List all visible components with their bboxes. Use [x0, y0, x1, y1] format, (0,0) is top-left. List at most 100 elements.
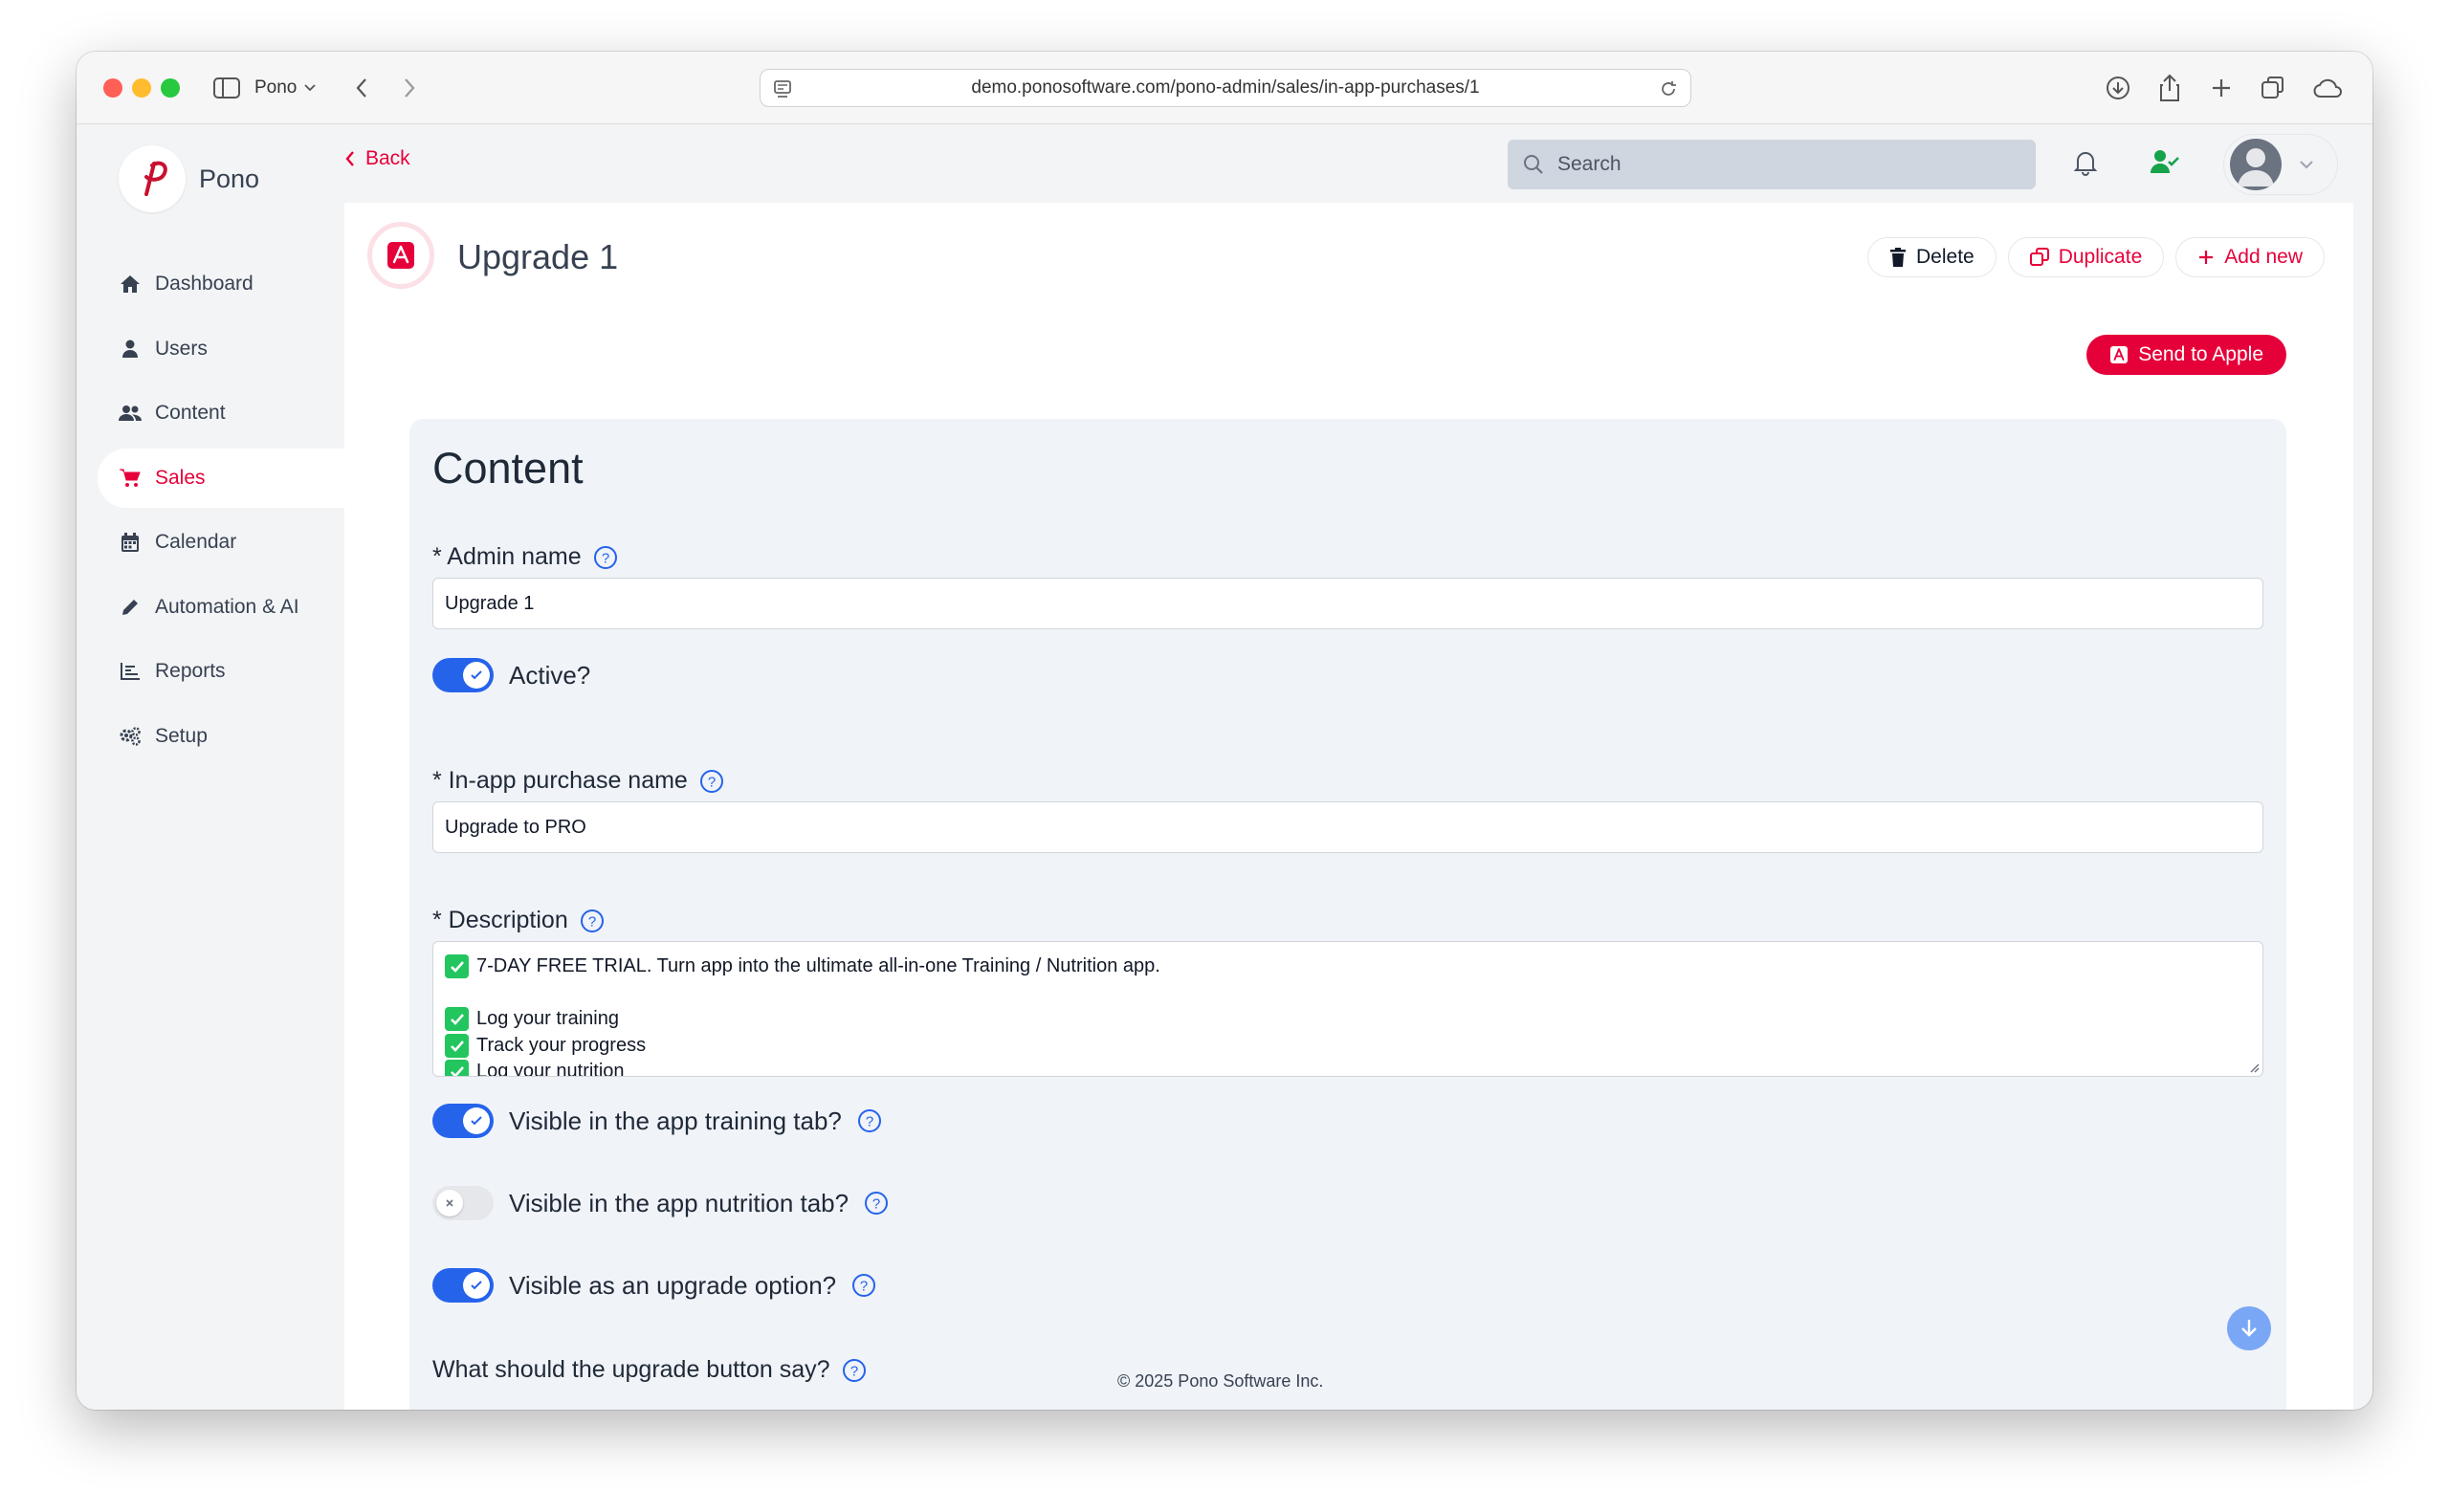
cloud-icon[interactable]	[2309, 73, 2348, 103]
help-icon[interactable]: ?	[580, 909, 605, 933]
user-icon	[119, 338, 142, 361]
url-text: demo.ponosoftware.com/pono-admin/sales/i…	[971, 77, 1480, 98]
forward-nav-icon[interactable]	[394, 73, 425, 103]
sidebar-item-calendar[interactable]: Calendar	[98, 513, 344, 572]
sidebar-item-setup[interactable]: Setup	[98, 707, 344, 766]
check-mark-icon	[445, 1007, 469, 1032]
site-settings-icon[interactable]	[772, 78, 793, 99]
visible-training-toggle[interactable]	[432, 1104, 494, 1138]
sidebar-item-automation[interactable]: Automation & AI	[98, 578, 344, 637]
user-check-icon[interactable]	[2151, 149, 2179, 179]
trash-icon	[1890, 248, 1906, 267]
user-menu[interactable]	[2223, 134, 2338, 195]
zoom-window-button[interactable]	[161, 78, 180, 98]
check-icon	[471, 670, 482, 680]
sidebar-item-label: Users	[155, 337, 208, 360]
check-mark-icon	[445, 1060, 469, 1076]
app-logo[interactable]: Pono	[119, 145, 259, 212]
minimize-window-button[interactable]	[132, 78, 151, 98]
users-icon	[119, 402, 142, 425]
address-bar[interactable]: demo.ponosoftware.com/pono-admin/sales/i…	[760, 69, 1691, 107]
add-new-label: Add new	[2224, 246, 2303, 268]
help-icon[interactable]: ?	[857, 1108, 882, 1133]
svg-text:?: ?	[601, 550, 608, 566]
svg-text:?: ?	[860, 1279, 868, 1295]
sidebar-item-label: Calendar	[155, 531, 237, 553]
share-icon[interactable]	[2154, 73, 2185, 103]
iap-name-label-text: * In-app purchase name	[432, 767, 688, 794]
back-label: Back	[365, 147, 410, 169]
duplicate-button[interactable]: Duplicate	[2007, 237, 2165, 277]
search-input[interactable]	[1557, 153, 1997, 176]
close-window-button[interactable]	[103, 78, 122, 98]
pono-logo-icon	[119, 145, 186, 212]
sidebar-toggle-icon[interactable]	[210, 73, 243, 103]
resize-grip-icon[interactable]	[2248, 1062, 2260, 1073]
iap-name-label: * In-app purchase name ?	[432, 767, 724, 795]
add-new-button[interactable]: Add new	[2175, 237, 2325, 277]
search-bar[interactable]	[1508, 140, 2036, 189]
visible-nutrition-label: Visible in the app nutrition tab?	[509, 1188, 849, 1217]
visible-nutrition-row: Visible in the app nutrition tab? ?	[432, 1186, 889, 1220]
downloads-icon[interactable]	[2103, 73, 2133, 103]
admin-name-input[interactable]: Upgrade 1	[432, 578, 2263, 629]
toggle-knob	[436, 1190, 463, 1216]
svg-text:?: ?	[708, 774, 716, 790]
plus-icon	[2199, 251, 2214, 264]
gears-icon	[119, 725, 142, 748]
description-line-text: Log your nutrition	[476, 1061, 625, 1077]
pencil-icon	[119, 596, 142, 619]
home-icon	[119, 273, 142, 296]
cart-icon	[119, 467, 142, 490]
reload-icon[interactable]	[1658, 78, 1679, 99]
arrow-down-icon	[2241, 1320, 2257, 1337]
upgrade-button-text-label-text: What should the upgrade button say?	[432, 1356, 830, 1383]
help-icon[interactable]: ?	[851, 1273, 876, 1298]
back-link[interactable]: Back	[344, 147, 410, 170]
chart-icon	[119, 660, 142, 683]
copy-icon	[2029, 248, 2049, 266]
sidebar: Pono Dashboard Users Content Sales Calen…	[77, 124, 344, 1410]
back-nav-icon[interactable]	[346, 73, 377, 103]
description-textarea[interactable]: 7-DAY FREE TRIAL. Turn app into the ulti…	[432, 941, 2263, 1077]
visible-upgrade-row: Visible as an upgrade option? ?	[432, 1268, 876, 1303]
page-title: Upgrade 1	[457, 237, 619, 276]
send-to-apple-button[interactable]: Send to Apple	[2086, 335, 2286, 375]
sidebar-item-dashboard[interactable]: Dashboard	[98, 254, 344, 314]
active-toggle[interactable]	[432, 658, 494, 692]
new-tab-icon[interactable]	[2206, 73, 2237, 103]
check-mark-icon	[445, 1033, 469, 1058]
admin-name-label: * Admin name ?	[432, 543, 618, 571]
sidebar-item-content[interactable]: Content	[98, 383, 344, 443]
help-icon[interactable]: ?	[864, 1191, 889, 1216]
browser-profile-menu[interactable]: Pono	[254, 73, 317, 103]
check-icon	[471, 1116, 482, 1126]
x-icon	[446, 1199, 453, 1207]
footer-copyright: © 2025 Pono Software Inc.	[1117, 1371, 1324, 1391]
help-icon[interactable]: ?	[842, 1358, 867, 1383]
help-icon[interactable]: ?	[699, 769, 724, 794]
sidebar-item-reports[interactable]: Reports	[98, 642, 344, 701]
tab-overview-icon[interactable]	[2258, 73, 2288, 103]
sidebar-item-label: Sales	[155, 466, 206, 489]
notifications-icon[interactable]	[2073, 149, 2098, 181]
help-icon[interactable]: ?	[593, 545, 618, 570]
scroll-down-button[interactable]	[2227, 1306, 2271, 1350]
visible-nutrition-toggle[interactable]	[432, 1186, 494, 1220]
description-line-text: Track your progress	[476, 1034, 647, 1056]
avatar	[2230, 139, 2282, 190]
sidebar-item-sales[interactable]: Sales	[98, 448, 344, 508]
description-label-text: * Description	[432, 907, 568, 933]
page-actions: Delete Duplicate Add new	[1867, 237, 2325, 277]
delete-button[interactable]: Delete	[1867, 237, 1997, 277]
visible-upgrade-toggle[interactable]	[432, 1268, 494, 1303]
svg-text:?: ?	[872, 1196, 880, 1213]
iap-name-input[interactable]: Upgrade to PRO	[432, 801, 2263, 853]
description-line: Track your progress	[445, 1033, 2251, 1060]
description-blank-line	[445, 980, 2251, 1007]
sidebar-item-label: Dashboard	[155, 273, 254, 295]
section-title: Content	[432, 444, 584, 493]
description-line: Log your nutrition	[445, 1059, 2251, 1077]
browser-window: Pono demo.ponosoftware.com/pono-admin/sa…	[77, 52, 2372, 1410]
sidebar-item-users[interactable]: Users	[98, 319, 344, 379]
